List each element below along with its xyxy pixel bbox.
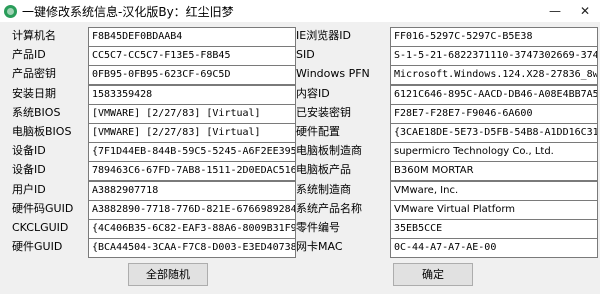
minimize-icon[interactable]: — [540,0,570,22]
left-field-input[interactable]: 789463C6-67FD-7AB8-1511-2D0EDAC51650 [88,161,296,181]
right-field-input[interactable]: 35EB5CCE [390,219,598,239]
app-icon [4,4,17,18]
window-controls: — ✕ [540,0,600,22]
right-field-label: 系统产品名称 [296,202,362,215]
left-field-label: 硬件GUID [12,240,63,253]
right-field-input[interactable]: 6121C646-895C-AACD-DB46-A08E4BB7A5BC [390,85,598,105]
left-field-input[interactable]: {BCA44504-3CAA-F7C8-D003-E3ED40738080} [88,238,296,258]
right-field-label: 硬件配置 [296,125,340,138]
right-field-input[interactable]: FF016-5297C-5297C-B5E38 [390,27,598,47]
left-field-label: 设备ID [12,163,46,176]
left-field-input[interactable]: {7F1D44EB-844B-59C5-5245-A6F2EE395677} [88,142,296,162]
right-field-input[interactable]: VMware, Inc. [390,181,598,201]
randomize-all-button[interactable]: 全部随机 [128,263,208,286]
window-title: 一键修改系统信息-汉化版By：红尘旧梦 [22,4,234,19]
left-field-label: 产品密钥 [12,67,56,80]
left-field-label: 安装日期 [12,87,56,100]
right-field-label: 网卡MAC [296,240,343,253]
right-field-label: 内容ID [296,87,330,100]
right-field-input[interactable]: Microsoft.Windows.124.X28-27836_8wekyb3d… [390,65,598,85]
left-field-label: 系统BIOS [12,106,61,119]
left-field-input[interactable]: 1583359428 [88,85,296,105]
left-field-input[interactable]: A3882890-7718-776D-821E-67669892849C [88,200,296,220]
left-field-label: 电脑板BIOS [12,125,72,138]
title-bar: 一键修改系统信息-汉化版By：红尘旧梦 — ✕ [0,0,600,22]
left-field-input[interactable]: CC5C7-CC5C7-F13E5-F8B45 [88,46,296,66]
right-field-label: 零件编号 [296,221,340,234]
right-field-input[interactable]: S-1-5-21-6822371110-3747302669-374730266… [390,46,598,66]
close-icon[interactable]: ✕ [570,0,600,22]
left-field-label: 用户ID [12,183,46,196]
right-field-label: 系统制造商 [296,183,351,196]
left-field-input[interactable]: [VMWARE] [2/27/83] [Virtual] [88,123,296,143]
right-field-label: 电脑板制造商 [296,144,362,157]
left-field-label: 产品ID [12,48,46,61]
left-field-label: CKCLGUID [12,221,69,234]
left-field-input[interactable]: 0FB95-0FB95-623CF-69C5D [88,65,296,85]
left-field-input[interactable]: {4C406B35-6C82-EAF3-88A6-8009B31F971F} [88,219,296,239]
right-field-input[interactable]: F28E7-F28E7-F9046-6A600 [390,104,598,124]
left-field-label: 设备ID [12,144,46,157]
left-field-input[interactable]: F8B45DEF0BDAAB4 [88,27,296,47]
right-field-input[interactable]: VMware Virtual Platform [390,200,598,220]
main-window: 一键修改系统信息-汉化版By：红尘旧梦 — ✕ 计算机名 F8B45DEF0BDA… [0,0,600,294]
left-field-label: 计算机名 [12,29,56,42]
right-field-label: 已安装密钥 [296,106,351,119]
right-field-label: IE浏览器ID [296,29,351,42]
left-field-input[interactable]: A3882907718 [88,181,296,201]
right-field-label: Windows PFN [296,67,370,80]
ok-button[interactable]: 确定 [393,263,473,286]
right-field-input[interactable]: 0C-44-A7-A7-AE-00 [390,238,598,258]
right-field-label: 电脑板产品 [296,163,351,176]
right-field-label: SID [296,48,315,61]
right-field-input[interactable]: {3CAE18DE-5E73-D5FB-54B8-A1DD16C318A4} [390,123,598,143]
left-field-input[interactable]: [VMWARE] [2/27/83] [Virtual] [88,104,296,124]
right-field-input[interactable]: B360M MORTAR [390,161,598,181]
left-field-label: 硬件码GUID [12,202,74,215]
right-field-input[interactable]: supermicro Technology Co., Ltd. [390,142,598,162]
